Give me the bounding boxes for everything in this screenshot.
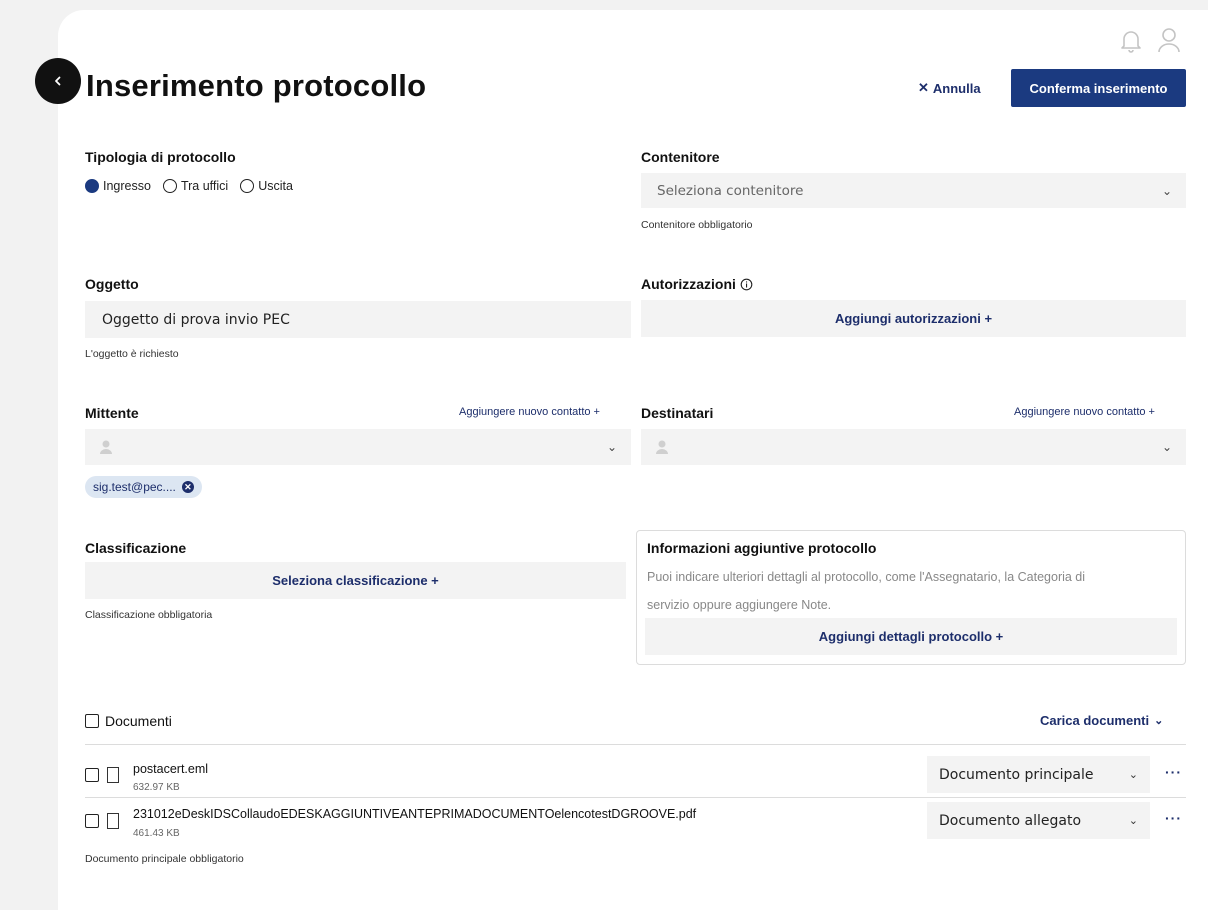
radio-uscita-label: Uscita (258, 179, 293, 193)
documenti-label: Documenti (105, 713, 172, 729)
autorizzazioni-label: Autorizzazioni (641, 276, 736, 292)
chevron-down-icon: ⌄ (1154, 715, 1164, 727)
contenitore-placeholder: Seleziona contenitore (657, 182, 804, 199)
mittente-chip-label: sig.test@pec.... (93, 480, 176, 494)
oggetto-hint: L'oggetto è richiesto (85, 348, 179, 360)
radio-unchecked-icon (240, 179, 255, 193)
document-name[interactable]: postacert.eml (133, 762, 208, 776)
add-dettagli-button[interactable]: Aggiungi dettagli protocollo + (645, 618, 1177, 655)
page-title: Inserimento protocollo (86, 68, 427, 103)
document-size: 461.43 KB (133, 828, 180, 839)
document-name[interactable]: 231012eDeskIDSCollaudoEDESKAGGIUNTIVEANT… (133, 807, 696, 821)
destinatari-select[interactable]: ⌄ (641, 429, 1186, 465)
back-button[interactable] (35, 58, 81, 104)
radio-unchecked-icon (162, 179, 177, 193)
document-checkbox[interactable] (85, 768, 99, 782)
document-type-value: Documento allegato (939, 812, 1082, 829)
chevron-down-icon: ⌄ (1128, 768, 1138, 781)
cancel-label: Annulla (932, 80, 981, 96)
chevron-down-icon: ⌄ (1128, 814, 1138, 827)
classificazione-label: Classificazione (85, 540, 187, 556)
info-aggiuntive-title: Informazioni aggiuntive protocollo (647, 540, 877, 556)
document-icon (107, 813, 119, 829)
chevron-down-icon: ⌄ (1161, 183, 1172, 198)
classificazione-hint: Classificazione obbligatoria (85, 609, 213, 621)
document-type-select[interactable]: Documento principale ⌄ (927, 756, 1150, 793)
mittente-label: Mittente (85, 405, 139, 421)
oggetto-label: Oggetto (85, 276, 139, 292)
person-placeholder-icon (656, 440, 668, 454)
mittente-select[interactable]: ⌄ (85, 429, 631, 465)
destinatari-add-contact-link[interactable]: Aggiungere nuovo contatto + (1014, 406, 1155, 418)
chevron-down-icon: ⌄ (1161, 440, 1172, 454)
autorizzazioni-label-wrap: Autorizzazioni (641, 276, 753, 292)
carica-documenti-label: Carica documenti (1040, 713, 1150, 728)
info-aggiuntive-desc-1: Puoi indicare ulteriori dettagli al prot… (647, 570, 1086, 584)
chevron-down-icon: ⌄ (606, 440, 617, 454)
person-placeholder-icon (100, 440, 112, 454)
radio-ingresso-label: Ingresso (103, 179, 151, 193)
radio-tra-uffici[interactable]: Tra uffici (162, 179, 229, 193)
contenitore-label: Contenitore (641, 149, 720, 165)
documenti-hint: Documento principale obbligatorio (85, 853, 244, 865)
add-autorizzazioni-button[interactable]: Aggiungi autorizzazioni + (641, 300, 1186, 337)
chevron-left-icon (55, 76, 61, 86)
radio-checked-icon (85, 179, 99, 193)
document-more-icon[interactable]: ··· (1165, 810, 1182, 826)
close-icon[interactable]: ✕ (181, 481, 194, 493)
documenti-divider (85, 744, 1186, 745)
tipologia-label: Tipologia di protocollo (85, 149, 236, 165)
select-classificazione-button[interactable]: Seleziona classificazione + (85, 562, 626, 599)
tipologia-radio-group: Ingresso Tra uffici Uscita (85, 179, 293, 193)
contenitore-hint: Contenitore obbligatorio (641, 219, 753, 231)
document-row (85, 813, 119, 829)
radio-ingresso[interactable]: Ingresso (85, 179, 151, 193)
row-divider (85, 797, 1186, 798)
documenti-header: Documenti (85, 713, 172, 729)
info-aggiuntive-desc-2: servizio oppure aggiungere Note. (647, 598, 832, 612)
user-icon[interactable] (1156, 26, 1182, 54)
cancel-button[interactable]: ✕ Annulla (918, 80, 981, 96)
select-all-checkbox[interactable] (85, 714, 99, 728)
mittente-add-contact-link[interactable]: Aggiungere nuovo contatto + (459, 406, 600, 418)
radio-uscita[interactable]: Uscita (240, 179, 293, 193)
oggetto-input[interactable]: Oggetto di prova invio PEC (85, 301, 631, 338)
document-type-select[interactable]: Documento allegato ⌄ (927, 802, 1150, 839)
carica-documenti-button[interactable]: Carica documenti ⌄ (1040, 713, 1163, 728)
radio-tra-uffici-label: Tra uffici (180, 179, 229, 193)
document-size: 632.97 KB (133, 782, 180, 793)
contenitore-select[interactable]: Seleziona contenitore ⌄ (641, 173, 1186, 208)
bell-icon[interactable] (1119, 28, 1143, 54)
document-more-icon[interactable]: ··· (1165, 764, 1182, 780)
destinatari-label: Destinatari (641, 405, 714, 421)
document-checkbox[interactable] (85, 814, 99, 828)
close-icon: ✕ (918, 80, 929, 95)
confirm-button[interactable]: Conferma inserimento (1011, 69, 1186, 107)
info-icon[interactable] (740, 278, 753, 291)
mittente-chip: sig.test@pec.... ✕ (85, 476, 202, 498)
document-row (85, 767, 119, 783)
document-icon (107, 767, 119, 783)
document-type-value: Documento principale (939, 766, 1094, 783)
